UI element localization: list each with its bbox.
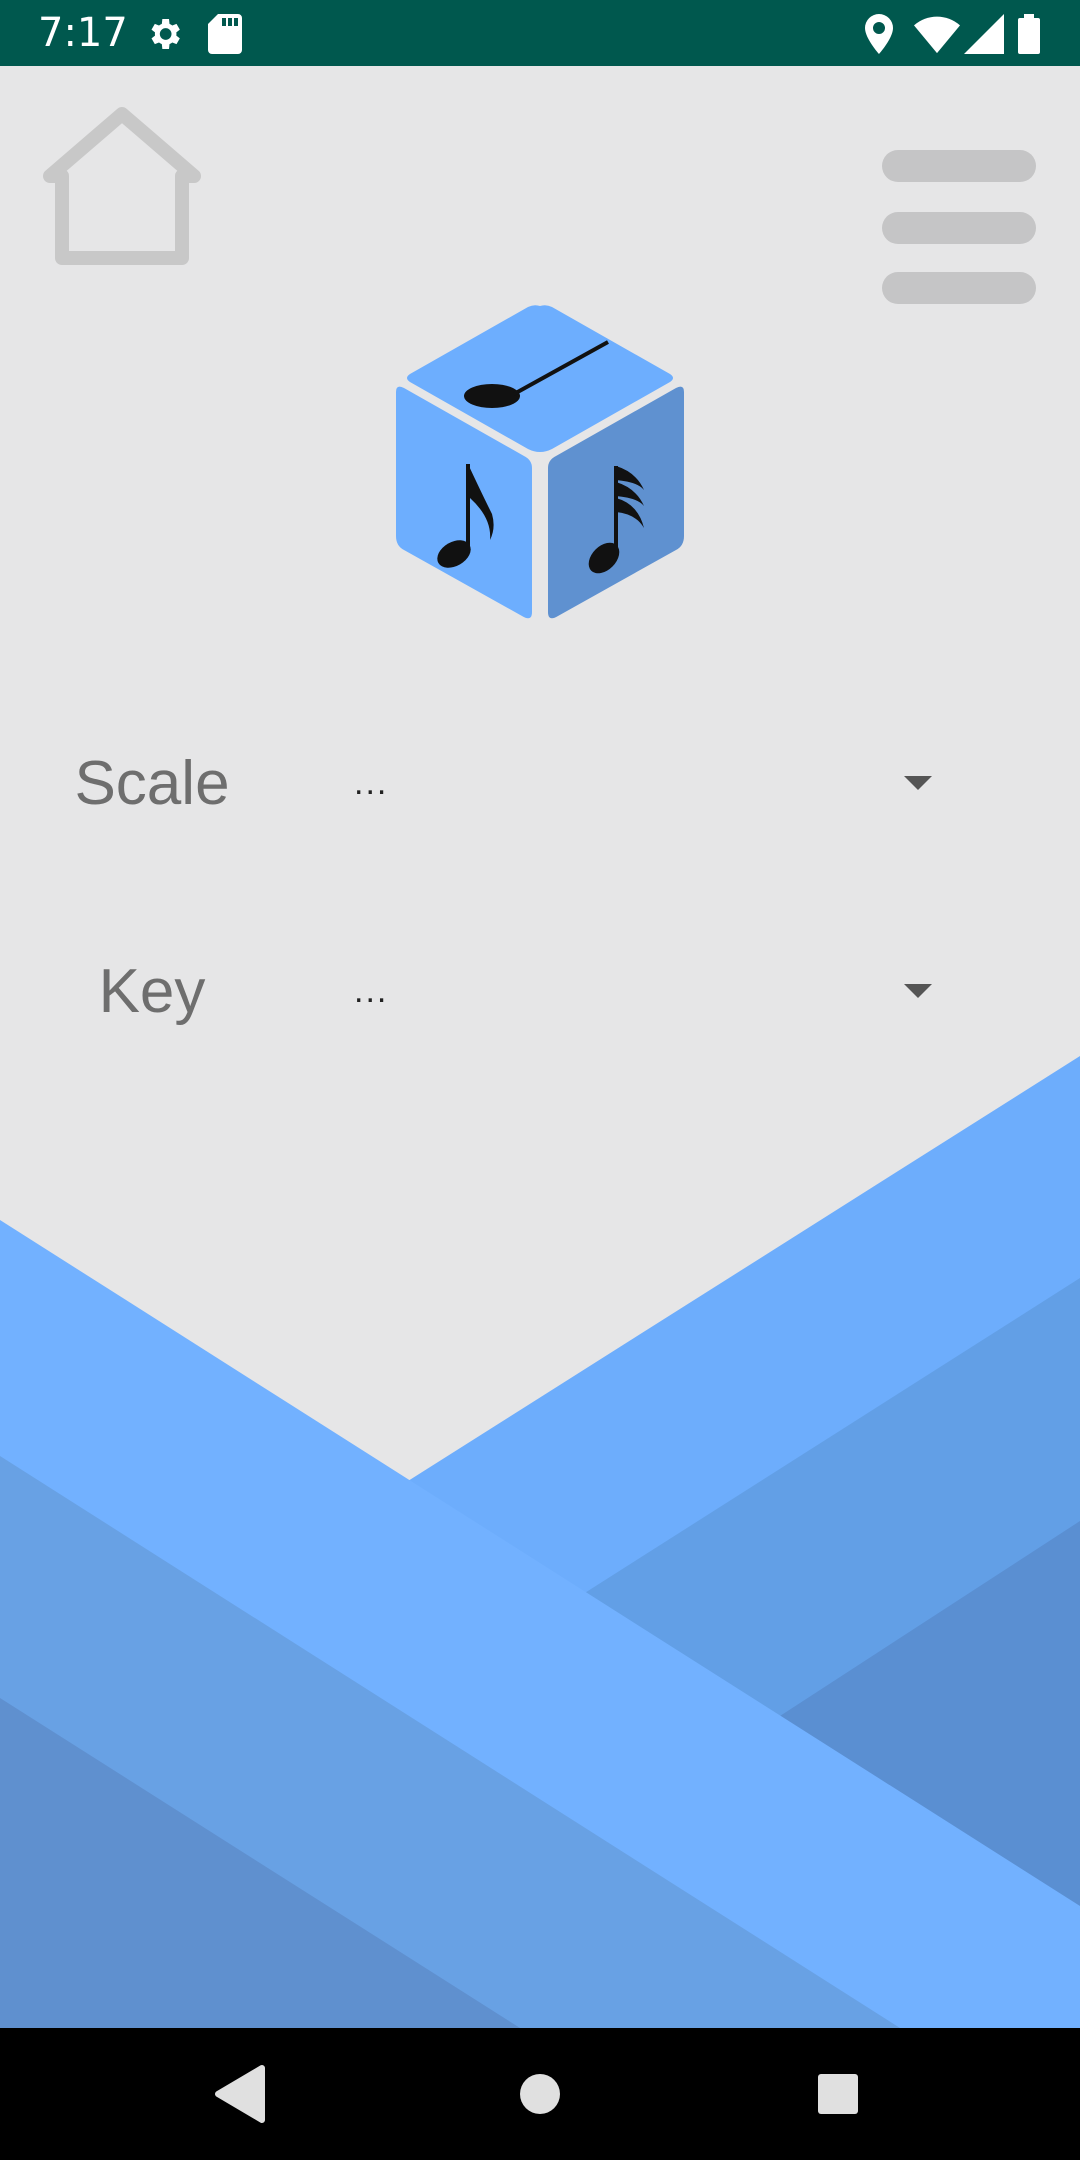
scale-label: Scale: [74, 749, 230, 818]
status-bar: 7:17: [0, 0, 1080, 66]
battery-icon: [1018, 14, 1040, 54]
scale-spinner[interactable]: ...: [340, 740, 960, 840]
navigation-bar: [0, 2028, 1080, 2160]
home-button[interactable]: [40, 106, 204, 270]
status-time: 7:17: [38, 10, 128, 56]
chevron-down-icon: [904, 984, 932, 998]
menu-button[interactable]: [880, 106, 1040, 304]
key-label: Key: [98, 957, 206, 1026]
home-icon: [43, 107, 201, 265]
music-dice-icon: [396, 305, 684, 619]
signal-icon: [964, 14, 1004, 54]
gear-icon: [151, 19, 180, 49]
sd-card-icon: [208, 14, 242, 54]
chevron-down-icon: [904, 776, 932, 790]
wifi-icon: [914, 16, 960, 54]
key-spinner[interactable]: ...: [340, 948, 960, 1048]
app-content: Scale ... Key ...: [0, 66, 1080, 2028]
home-circle-icon[interactable]: [500, 2054, 580, 2134]
recents-icon[interactable]: [798, 2054, 878, 2134]
key-value: ...: [354, 972, 389, 1010]
scale-value: ...: [354, 764, 389, 802]
location-icon: [865, 14, 893, 54]
back-icon[interactable]: [200, 2054, 280, 2134]
